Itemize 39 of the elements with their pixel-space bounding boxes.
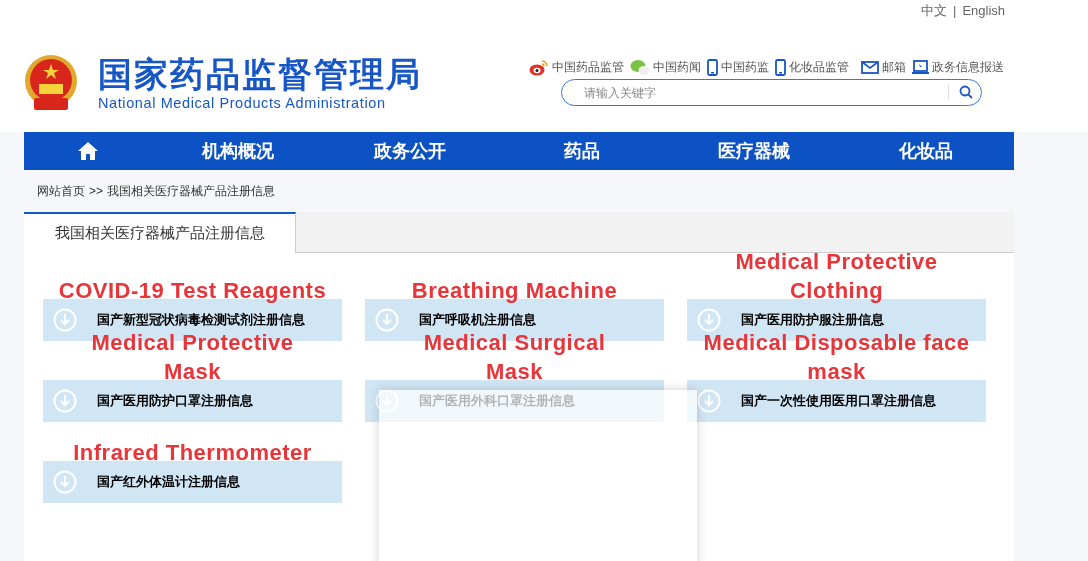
breadcrumb-current: 我国相关医疗器械产品注册信息 xyxy=(107,183,275,200)
download-icon xyxy=(697,308,721,332)
monitor-icon xyxy=(912,59,929,75)
download-icon xyxy=(697,389,721,413)
download-link[interactable]: 国产红外体温计注册信息 xyxy=(43,461,342,503)
search-icon[interactable] xyxy=(959,85,973,99)
site-title: 国家药品监督管理局 xyxy=(98,54,422,94)
tab[interactable]: 我国相关医疗器械产品注册信息 xyxy=(24,212,296,253)
nav-link[interactable]: 化妆品 xyxy=(840,132,1012,170)
language-link[interactable]: English xyxy=(962,1,1006,21)
breadcrumb-link[interactable]: 网站首页 xyxy=(37,182,85,200)
nav-link[interactable]: 政务公开 xyxy=(324,132,496,170)
download-link[interactable]: 国产一次性使用医用口罩注册信息 xyxy=(687,380,986,422)
quick-link[interactable]: 邮箱 xyxy=(882,58,906,76)
search-field[interactable]: 请输入关键字 xyxy=(561,79,982,106)
quick-link[interactable]: 政务信息报送 xyxy=(932,58,1004,76)
nav-link[interactable]: 医疗器械 xyxy=(668,132,840,170)
quick-link[interactable]: 中国药闻 xyxy=(653,58,701,76)
quick-link[interactable]: 中国药监 xyxy=(721,58,769,76)
quick-link[interactable]: 化妆品监管 xyxy=(789,58,849,76)
download-icon xyxy=(53,308,77,332)
mobile-phone-icon xyxy=(775,58,786,76)
download-link[interactable]: 国产医用防护口罩注册信息 xyxy=(43,380,342,422)
quick-link[interactable]: 中国药品监管 xyxy=(552,58,624,76)
language-link[interactable]: 中文 xyxy=(921,1,947,21)
mobile-phone-icon xyxy=(707,58,718,76)
breadcrumb-separator: >> xyxy=(89,183,103,200)
nav-link[interactable]: 机构概况 xyxy=(152,132,324,170)
weibo-icon xyxy=(529,58,549,76)
site-subtitle: National Medical Products Administration xyxy=(98,94,387,112)
chat-bubbles-icon xyxy=(630,58,650,76)
download-icon xyxy=(53,389,77,413)
home-icon[interactable] xyxy=(77,141,99,161)
download-icon xyxy=(53,470,77,494)
download-icon xyxy=(375,308,399,332)
mail-icon xyxy=(861,60,879,74)
national-emblem-icon xyxy=(24,54,78,112)
nav-link[interactable]: 药品 xyxy=(496,132,668,170)
separator: | xyxy=(953,2,957,20)
